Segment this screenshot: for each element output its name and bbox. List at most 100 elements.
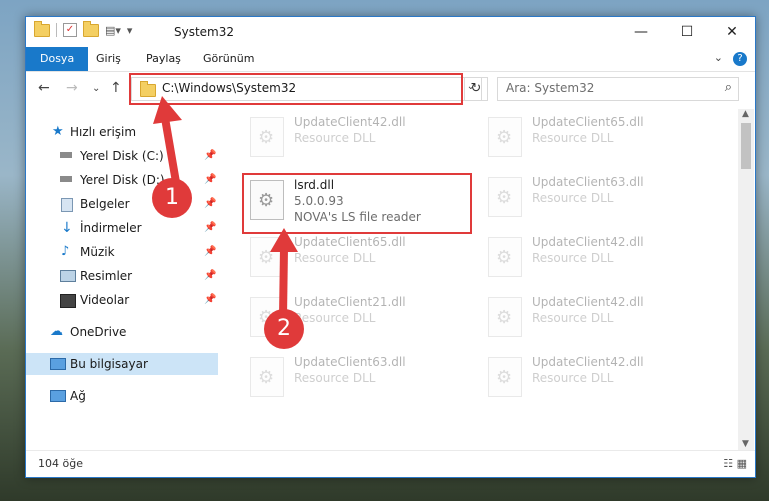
customize-toolbar-icon[interactable]: ▤▾ — [105, 24, 121, 37]
dll-file-icon — [488, 237, 522, 277]
close-button[interactable]: ✕ — [709, 17, 755, 47]
search-icon[interactable]: ⌕ — [725, 80, 732, 95]
sidebar-item-this-pc[interactable]: Bu bilgisayar — [26, 353, 218, 375]
sidebar-item-downloads[interactable]: ↓ İndirmeler 📌 — [26, 217, 218, 239]
dll-file-icon — [250, 357, 284, 397]
step-badge-2: 2 — [264, 309, 304, 349]
file-tile[interactable]: UpdateClient42.dll Resource DLL — [482, 233, 702, 279]
pin-icon[interactable]: 📌 — [204, 169, 216, 191]
file-tile[interactable]: UpdateClient65.dll Resource DLL — [244, 233, 464, 279]
file-name: UpdateClient42.dll — [532, 295, 644, 309]
file-list: UpdateClient42.dll Resource DLL UpdateCl… — [220, 109, 738, 451]
sidebar-item-label: Videolar — [80, 293, 130, 307]
separator — [56, 23, 57, 37]
dll-file-icon — [488, 297, 522, 337]
toolbar-dropdown-icon[interactable]: ▾ — [127, 24, 133, 37]
file-tile[interactable]: UpdateClient65.dll Resource DLL — [482, 113, 702, 159]
tab-home[interactable]: Giriş — [86, 47, 131, 71]
sidebar-item-onedrive[interactable]: ☁ OneDrive — [26, 321, 218, 343]
pin-icon[interactable]: 📌 — [204, 289, 216, 311]
file-tile[interactable]: UpdateClient63.dll Resource DLL — [244, 353, 464, 399]
dll-file-icon — [488, 357, 522, 397]
picture-icon — [60, 270, 76, 282]
dll-file-icon — [488, 177, 522, 217]
sidebar-item-label: Ağ — [70, 389, 86, 403]
file-tile[interactable]: UpdateClient63.dll Resource DLL — [482, 173, 702, 219]
view-toggle-icons[interactable]: ☷ ▦ — [723, 457, 747, 470]
file-type: Resource DLL — [532, 251, 614, 265]
sidebar-item-label: Bu bilgisayar — [70, 357, 148, 371]
file-name: UpdateClient63.dll — [294, 355, 406, 369]
dll-file-icon — [250, 117, 284, 157]
star-icon: ★ — [52, 124, 64, 139]
search-box[interactable]: Ara: System32 ⌕ — [497, 77, 739, 101]
computer-icon — [50, 358, 66, 370]
cloud-icon: ☁ — [50, 324, 63, 339]
file-name: UpdateClient42.dll — [532, 235, 644, 249]
item-count: 104 öğe — [38, 457, 83, 470]
file-type: Resource DLL — [294, 131, 376, 145]
tab-file[interactable]: Dosya — [26, 47, 89, 71]
file-type: Resource DLL — [532, 311, 614, 325]
scroll-up-icon[interactable]: ▲ — [742, 109, 749, 119]
refresh-button[interactable]: ↻ — [464, 77, 488, 101]
file-tile[interactable]: UpdateClient42.dll Resource DLL — [482, 293, 702, 339]
download-icon: ↓ — [61, 220, 73, 236]
sidebar-item-music[interactable]: ♪ Müzik 📌 — [26, 241, 218, 263]
network-icon — [50, 390, 66, 402]
ribbon: Dosya Giriş Paylaş Görünüm ⌄ ? — [26, 47, 755, 72]
music-icon: ♪ — [61, 244, 70, 259]
tab-share[interactable]: Paylaş — [136, 47, 191, 71]
file-type: Resource DLL — [294, 251, 376, 265]
sidebar-item-label: OneDrive — [70, 325, 127, 339]
title-bar: ✓ ▤▾ ▾ System32 — ☐ ✕ — [26, 17, 755, 47]
sidebar-item-label: Yerel Disk (C:) — [80, 149, 164, 163]
maximize-button[interactable]: ☐ — [664, 17, 710, 47]
file-name: UpdateClient42.dll — [294, 115, 406, 129]
file-highlight-box — [242, 173, 472, 234]
file-name: UpdateClient65.dll — [294, 235, 406, 249]
sidebar-item-pictures[interactable]: Resimler 📌 — [26, 265, 218, 287]
window-title: System32 — [174, 25, 235, 39]
step-badge-1: 1 — [152, 178, 192, 218]
help-icon[interactable]: ? — [733, 52, 747, 66]
minimize-button[interactable]: — — [618, 17, 664, 47]
file-tile[interactable]: UpdateClient42.dll Resource DLL — [482, 353, 702, 399]
pin-icon[interactable]: 📌 — [204, 265, 216, 287]
expand-ribbon-icon[interactable]: ⌄ — [714, 51, 723, 64]
scroll-down-icon[interactable]: ▼ — [742, 439, 749, 449]
pin-icon[interactable]: 📌 — [204, 193, 216, 215]
file-type: Resource DLL — [532, 191, 614, 205]
file-name: UpdateClient65.dll — [532, 115, 644, 129]
file-type: Resource DLL — [294, 371, 376, 385]
new-folder-icon[interactable] — [83, 20, 99, 37]
dll-file-icon — [250, 237, 284, 277]
back-arrow-icon[interactable]: ← — [38, 80, 50, 96]
file-tile[interactable]: UpdateClient42.dll Resource DLL — [244, 113, 464, 159]
sidebar-item-network[interactable]: Ağ — [26, 385, 218, 407]
up-arrow-icon[interactable]: ↑ — [110, 80, 122, 96]
search-placeholder: Ara: System32 — [506, 81, 595, 95]
sidebar-item-label: Hızlı erişim — [70, 125, 137, 139]
scroll-thumb[interactable] — [741, 123, 751, 169]
address-highlight-box — [129, 73, 463, 105]
pin-icon[interactable]: 📌 — [204, 217, 216, 239]
drive-icon — [60, 152, 72, 158]
recent-locations-icon[interactable]: ⌄ — [92, 83, 100, 94]
pin-icon[interactable]: 📌 — [204, 241, 216, 263]
folder-icon — [34, 20, 50, 37]
sidebar-item-quick-access[interactable]: ★ Hızlı erişim — [26, 121, 218, 143]
sidebar-item-videos[interactable]: Videolar 📌 — [26, 289, 218, 311]
sidebar-item-label: Müzik — [80, 245, 115, 259]
dll-file-icon — [488, 117, 522, 157]
tab-view[interactable]: Görünüm — [193, 47, 264, 71]
pin-icon[interactable]: 📌 — [204, 145, 216, 167]
properties-icon[interactable]: ✓ — [63, 23, 77, 37]
sidebar-item-local-disk-c[interactable]: Yerel Disk (C:) 📌 — [26, 145, 218, 167]
status-bar: 104 öğe ☷ ▦ — [26, 450, 755, 477]
document-icon — [61, 198, 73, 212]
quick-access-toolbar: ✓ ▤▾ ▾ — [34, 20, 133, 37]
forward-arrow-icon[interactable]: → — [66, 80, 78, 96]
vertical-scrollbar[interactable]: ▲ ▼ — [738, 109, 754, 451]
file-type: Resource DLL — [294, 311, 376, 325]
